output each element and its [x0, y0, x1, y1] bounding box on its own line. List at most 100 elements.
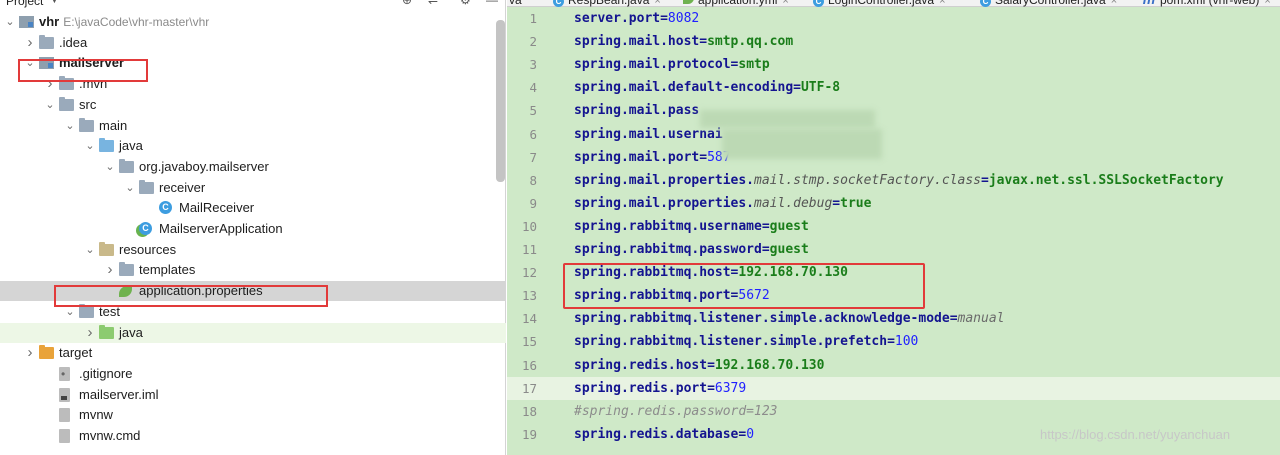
code-text: spring.rabbitmq.password=guest: [574, 238, 809, 261]
tree-scrollbar[interactable]: [496, 20, 505, 182]
tree-item[interactable]: application.properties: [0, 281, 506, 302]
code-line[interactable]: 13 spring.rabbitmq.port=5672: [507, 284, 1280, 307]
code-line[interactable]: 3 spring.mail.protocol=smtp: [507, 53, 1280, 76]
code-line[interactable]: 10 spring.rabbitmq.username=guest: [507, 215, 1280, 238]
close-icon[interactable]: ×: [1264, 0, 1270, 7]
tree-item-text: main: [99, 117, 128, 133]
tree-item-text: mailserver.iml: [79, 386, 159, 402]
code-line[interactable]: 17 spring.redis.port=6379: [507, 376, 1280, 400]
chevron-right-icon[interactable]: ›: [104, 260, 116, 280]
tree-item-text: src: [79, 96, 97, 112]
code-line[interactable]: 12 spring.rabbitmq.host=192.168.70.130: [507, 261, 1280, 284]
chevron-down-icon[interactable]: ⌄: [24, 53, 36, 73]
editor-tab-label: RespBean.java: [568, 0, 650, 7]
chevron-right-icon[interactable]: ›: [84, 323, 96, 343]
chevron-down-icon[interactable]: ⌄: [64, 302, 76, 322]
code-line[interactable]: 15 spring.rabbitmq.listener.simple.prefet…: [507, 330, 1280, 353]
tree-item[interactable]: mvnw: [0, 405, 506, 425]
tree-item-label: java: [119, 136, 143, 156]
code-line[interactable]: 7 spring.mail.port=587: [507, 146, 1280, 169]
code-line[interactable]: 4 spring.mail.default-encoding=UTF-8: [507, 76, 1280, 99]
chevron-right-icon[interactable]: ›: [44, 74, 56, 94]
editor-tab[interactable]: application.yml ×: [683, 0, 789, 7]
code-line[interactable]: 11 spring.rabbitmq.password=guest: [507, 238, 1280, 261]
globe-icon[interactable]: ⊕: [402, 0, 412, 7]
chevron-down-icon[interactable]: ⌄: [4, 12, 16, 32]
code-line[interactable]: 5 spring.mail.pass: [507, 99, 1280, 122]
chevron-down-icon[interactable]: ⌄: [124, 178, 136, 198]
settings-split-icon[interactable]: ⇌: [428, 0, 438, 7]
tree-item[interactable]: › templates: [0, 260, 506, 280]
folder-icon: [139, 179, 154, 194]
line-number: 3: [529, 57, 537, 73]
minimize-icon[interactable]: —: [486, 0, 498, 7]
close-icon[interactable]: ×: [939, 0, 945, 7]
code-editor[interactable]: 1 server.port=8082 2 spring.mail.host=smtp.…: [507, 7, 1280, 455]
project-panel: Project ▼ ⊕ ⇌ ⚙ — ⌄ vhr E:\javaCode\vhr-ma…: [0, 0, 506, 455]
tree-item-text: receiver: [159, 179, 206, 195]
code-line[interactable]: 9 spring.mail.properties.mail.debug=true: [507, 192, 1280, 215]
tree-item[interactable]: .gitignore: [0, 364, 506, 384]
tree-item[interactable]: mvnw.cmd: [0, 426, 506, 446]
tree-item-label: java: [119, 323, 143, 343]
editor-tab[interactable]: C SalaryController.java ×: [980, 0, 1117, 7]
blurred-secret-2: [722, 129, 882, 159]
editor-tab[interactable]: va: [509, 0, 522, 7]
chevron-down-icon[interactable]: ⌄: [84, 136, 96, 156]
equals-sign: =: [707, 357, 715, 373]
chevron-right-icon[interactable]: ›: [24, 343, 36, 363]
chevron-down-icon[interactable]: ⌄: [84, 240, 96, 260]
chevron-down-icon[interactable]: ⌄: [44, 95, 56, 115]
code-line[interactable]: 2 spring.mail.host=smtp.qq.com: [507, 30, 1280, 53]
code-line[interactable]: 1 server.port=8082: [507, 7, 1280, 30]
tree-item[interactable]: › java: [0, 322, 506, 343]
property-key: server.port: [574, 11, 661, 26]
tree-item-label: org.javaboy.mailserver: [139, 157, 269, 177]
chevron-right-icon[interactable]: ›: [24, 33, 36, 53]
gear-icon[interactable]: ⚙: [460, 0, 471, 7]
line-number: 4: [529, 80, 537, 96]
tree-item[interactable]: ⌄ src: [0, 95, 506, 115]
tree-item-label: templates: [139, 260, 195, 280]
property-key: spring.redis.host: [574, 357, 708, 373]
code-line[interactable]: 6 spring.mail.usernai: [507, 123, 1280, 146]
close-icon[interactable]: ×: [654, 0, 660, 7]
code-line[interactable]: 18 #spring.redis.password=123: [507, 400, 1280, 423]
tree-item-label: .idea: [59, 33, 87, 53]
code-line[interactable]: 8 spring.mail.properties.mail.stmp.socket…: [507, 169, 1280, 192]
close-icon[interactable]: ×: [782, 0, 788, 7]
editor-tab[interactable]: C LoginController.java ×: [813, 0, 946, 7]
watermark: https://blog.csdn.net/yuyanchuan: [1040, 427, 1231, 442]
tree-item[interactable]: › target: [0, 343, 506, 363]
tree-item[interactable]: ⌄ test: [0, 302, 506, 322]
editor-tab[interactable]: C RespBean.java ×: [553, 0, 661, 7]
tree-item[interactable]: C MailReceiver: [0, 198, 506, 218]
code-line[interactable]: 14 spring.rabbitmq.listener.simple.acknow…: [507, 307, 1280, 330]
editor-tab[interactable]: m pom.xml (vhr-web) ×: [1142, 0, 1271, 7]
tree-item[interactable]: › .mvn: [0, 74, 506, 94]
tree-item[interactable]: ⌄ receiver: [0, 178, 506, 198]
tree-item[interactable]: C MailserverApplication: [0, 219, 506, 239]
code-line[interactable]: 16 spring.redis.host=192.168.70.130: [507, 354, 1280, 377]
folder-icon: [99, 138, 114, 153]
line-number: 19: [521, 426, 537, 442]
chevron-down-icon[interactable]: ⌄: [104, 157, 116, 177]
property-key: spring.redis.port: [574, 380, 708, 396]
tree-item-text: resources: [119, 241, 177, 257]
tree-item[interactable]: ⌄ org.javaboy.mailserver: [0, 157, 506, 177]
chevron-down-icon[interactable]: ⌄: [64, 116, 76, 136]
close-icon[interactable]: ×: [1111, 0, 1117, 7]
tree-item-label: receiver: [159, 178, 205, 198]
module-icon: [19, 16, 34, 28]
tree-item[interactable]: ⌄ mailserver: [0, 53, 506, 73]
tree-item[interactable]: ⌄ resources: [0, 240, 506, 260]
tree-item[interactable]: mailserver.iml: [0, 385, 506, 405]
tree-item[interactable]: ⌄ vhr E:\javaCode\vhr-master\vhr: [0, 12, 506, 32]
tree-item[interactable]: ⌄ java: [0, 136, 506, 156]
project-panel-title[interactable]: Project: [6, 0, 43, 8]
tree-item[interactable]: › .idea: [0, 33, 506, 53]
property-value: 100: [894, 334, 919, 350]
equals-sign: =: [660, 11, 668, 26]
tree-item[interactable]: ⌄ main: [0, 116, 506, 136]
chevron-down-icon[interactable]: ▼: [50, 0, 59, 5]
